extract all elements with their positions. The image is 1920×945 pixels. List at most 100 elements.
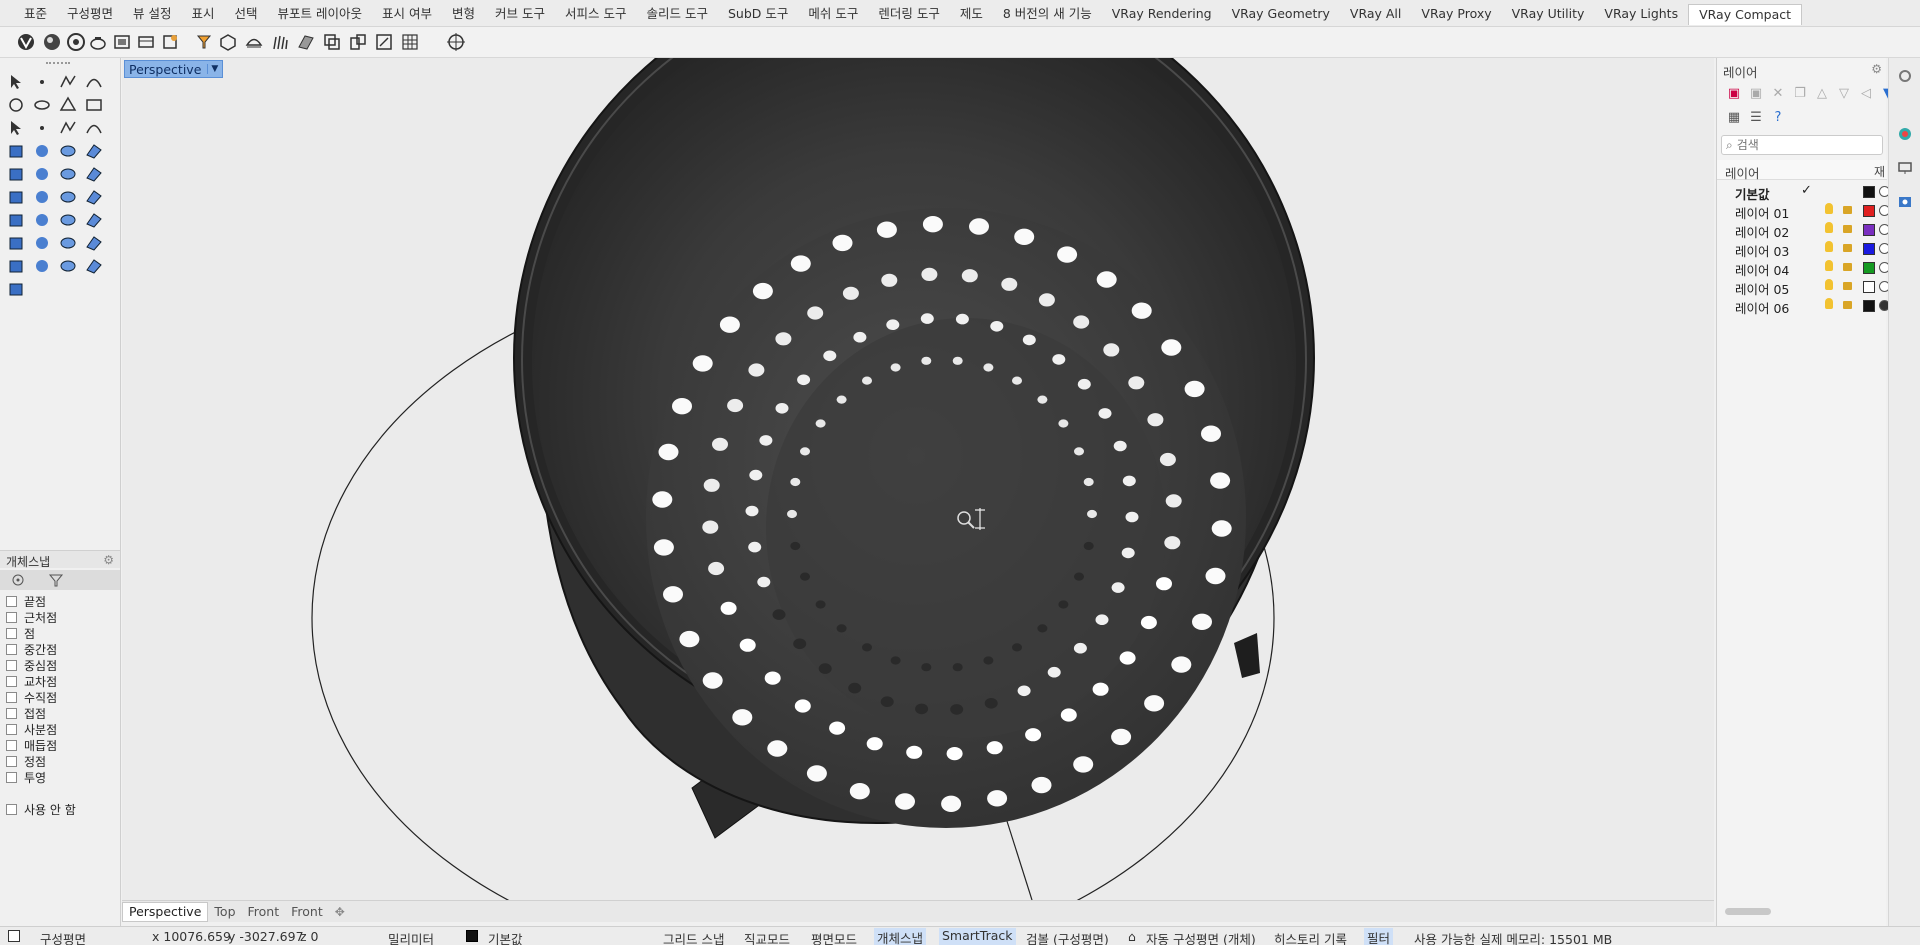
status-history[interactable]: 히스토리 기록 xyxy=(1274,929,1347,945)
status-smarttrack[interactable]: SmartTrack xyxy=(939,928,1016,945)
layer-row[interactable]: 레이어 02 xyxy=(1717,221,1890,240)
offset-icon[interactable] xyxy=(84,187,104,207)
cplane-indicator-icon[interactable] xyxy=(8,930,20,942)
new-layer-icon[interactable]: ▣ xyxy=(1723,86,1745,101)
lock-icon[interactable]: ⌂ xyxy=(1128,929,1136,944)
help-icon[interactable]: ? xyxy=(1767,110,1789,125)
polyline-icon[interactable] xyxy=(58,72,78,92)
ribbon-tab[interactable]: 표준 xyxy=(14,6,57,25)
solid-icon[interactable] xyxy=(6,256,26,276)
ribbon-tab[interactable]: 선택 xyxy=(225,6,268,25)
osnap-checkbox[interactable] xyxy=(6,659,17,671)
render-settings-icon[interactable] xyxy=(66,32,86,52)
osnap-checkbox[interactable] xyxy=(6,643,17,655)
text-icon[interactable] xyxy=(6,210,26,230)
osnap-item[interactable]: 수직점 xyxy=(6,689,57,705)
layer-row[interactable]: 레이어 03 xyxy=(1717,240,1890,259)
ribbon-tab[interactable]: VRay Lights xyxy=(1594,6,1688,25)
ribbon-tab[interactable]: 변형 xyxy=(442,6,485,25)
status-filter[interactable]: 필터 xyxy=(1364,928,1394,945)
surface-icon[interactable] xyxy=(58,118,78,138)
fur-icon[interactable] xyxy=(270,32,290,52)
ribbon-tab[interactable]: VRay Rendering xyxy=(1102,6,1222,25)
osnap-item[interactable]: 끝점 xyxy=(6,593,57,609)
osnap-item[interactable]: 근처점 xyxy=(6,609,57,625)
decal-icon[interactable] xyxy=(374,32,394,52)
osnap-item[interactable]: 중간점 xyxy=(6,641,57,657)
ribbon-tab[interactable]: 뷰포트 레이아웃 xyxy=(268,6,372,25)
split-icon[interactable] xyxy=(58,164,78,184)
lock-icon[interactable] xyxy=(1843,282,1852,290)
lock-icon[interactable] xyxy=(1843,263,1852,271)
osnap-item[interactable]: 중심점 xyxy=(6,657,57,673)
mesh-icon[interactable] xyxy=(6,164,26,184)
layer-search[interactable]: ⌕ xyxy=(1721,135,1883,155)
layer-row[interactable]: 레이어 05 xyxy=(1717,278,1890,297)
osnap-checkbox[interactable] xyxy=(6,723,17,735)
layer-color-swatch[interactable] xyxy=(1863,300,1875,312)
layer-color-swatch[interactable] xyxy=(1863,224,1875,236)
palette-grip[interactable] xyxy=(46,62,70,66)
dome-light-icon[interactable] xyxy=(244,32,264,52)
table-icon[interactable]: ▦ xyxy=(1723,110,1745,125)
viewport-menu-chevron-icon[interactable]: ▼ xyxy=(207,64,218,74)
lightbulb-icon[interactable] xyxy=(1825,279,1833,290)
ribbon-tab[interactable]: 표시 여부 xyxy=(372,6,442,25)
chain-icon[interactable] xyxy=(32,233,52,253)
status-cplane[interactable]: 구성평면 xyxy=(40,929,86,945)
ribbon-tab[interactable]: 제도 xyxy=(950,6,993,25)
lock-icon[interactable] xyxy=(1843,244,1852,252)
layer-color-swatch[interactable] xyxy=(1863,262,1875,274)
ribbon-tab[interactable]: VRay Proxy xyxy=(1411,6,1501,25)
ribbon-tab[interactable]: 메쉬 도구 xyxy=(798,6,868,25)
new-sublayer-icon[interactable]: ▣ xyxy=(1745,86,1767,101)
gear-icon[interactable]: ⚙ xyxy=(103,553,114,567)
display-icon[interactable] xyxy=(1897,160,1913,176)
search-input[interactable] xyxy=(1736,138,1877,152)
lightbulb-icon[interactable] xyxy=(1825,298,1833,309)
clipper-icon[interactable] xyxy=(322,32,342,52)
gear-icon[interactable]: ⚙ xyxy=(1871,62,1882,76)
circle-icon[interactable] xyxy=(6,95,26,115)
rectangle-icon[interactable] xyxy=(84,95,104,115)
ribbon-tab[interactable]: VRay All xyxy=(1340,6,1412,25)
group-icon[interactable] xyxy=(32,187,52,207)
move-up-icon[interactable]: △ xyxy=(1811,86,1833,101)
osnap-item[interactable]: 점 xyxy=(6,625,57,641)
osnap-checkbox[interactable] xyxy=(6,595,17,607)
ellipse-icon[interactable] xyxy=(32,95,52,115)
dimension-icon[interactable] xyxy=(32,210,52,230)
curve-icon[interactable] xyxy=(84,72,104,92)
lightbulb-icon[interactable] xyxy=(1825,222,1833,233)
viewport-tab-top[interactable]: Top xyxy=(208,904,241,919)
osnap-item[interactable]: 투영 xyxy=(6,769,57,785)
osnap-mode-icon[interactable] xyxy=(10,573,26,587)
ribbon-tab[interactable]: 뷰 설정 xyxy=(123,6,181,25)
osnap-checkbox[interactable] xyxy=(6,611,17,623)
light-lister-icon[interactable] xyxy=(194,32,214,52)
osnap-item[interactable]: 접점 xyxy=(6,705,57,721)
plane-icon[interactable] xyxy=(296,32,316,52)
horizontal-scrollbar[interactable] xyxy=(1725,908,1771,915)
layer-color-swatch[interactable] xyxy=(1863,186,1875,198)
viewport-tab-perspective[interactable]: Perspective xyxy=(122,901,209,922)
perspective-viewport[interactable]: Perspective ▼ xyxy=(122,58,1714,900)
osnap-item[interactable]: 사분점 xyxy=(6,721,57,737)
duplicate-layer-icon[interactable]: ❐ xyxy=(1789,86,1811,101)
osnap-disable-item[interactable]: 사용 안 함 xyxy=(6,801,76,817)
viewport-tab-front-2[interactable]: Front xyxy=(285,904,329,919)
status-ortho[interactable]: 직교모드 xyxy=(744,929,790,945)
arc-icon[interactable] xyxy=(6,118,26,138)
osnap-checkbox[interactable] xyxy=(6,755,17,767)
list-icon[interactable]: ☰ xyxy=(1745,110,1767,125)
lightbulb-icon[interactable] xyxy=(1825,241,1833,252)
mesh-clipper-icon[interactable] xyxy=(348,32,368,52)
gear-icon[interactable] xyxy=(1897,68,1913,84)
ribbon-tab[interactable]: VRay Geometry xyxy=(1222,6,1340,25)
layer-row[interactable]: 레이어 04 xyxy=(1717,259,1890,278)
box-icon[interactable] xyxy=(6,141,26,161)
plus-icon[interactable]: ✥ xyxy=(329,905,351,919)
cylinder-icon[interactable] xyxy=(58,141,78,161)
osnap-checkbox[interactable] xyxy=(6,627,17,639)
gumball-icon[interactable] xyxy=(84,233,104,253)
